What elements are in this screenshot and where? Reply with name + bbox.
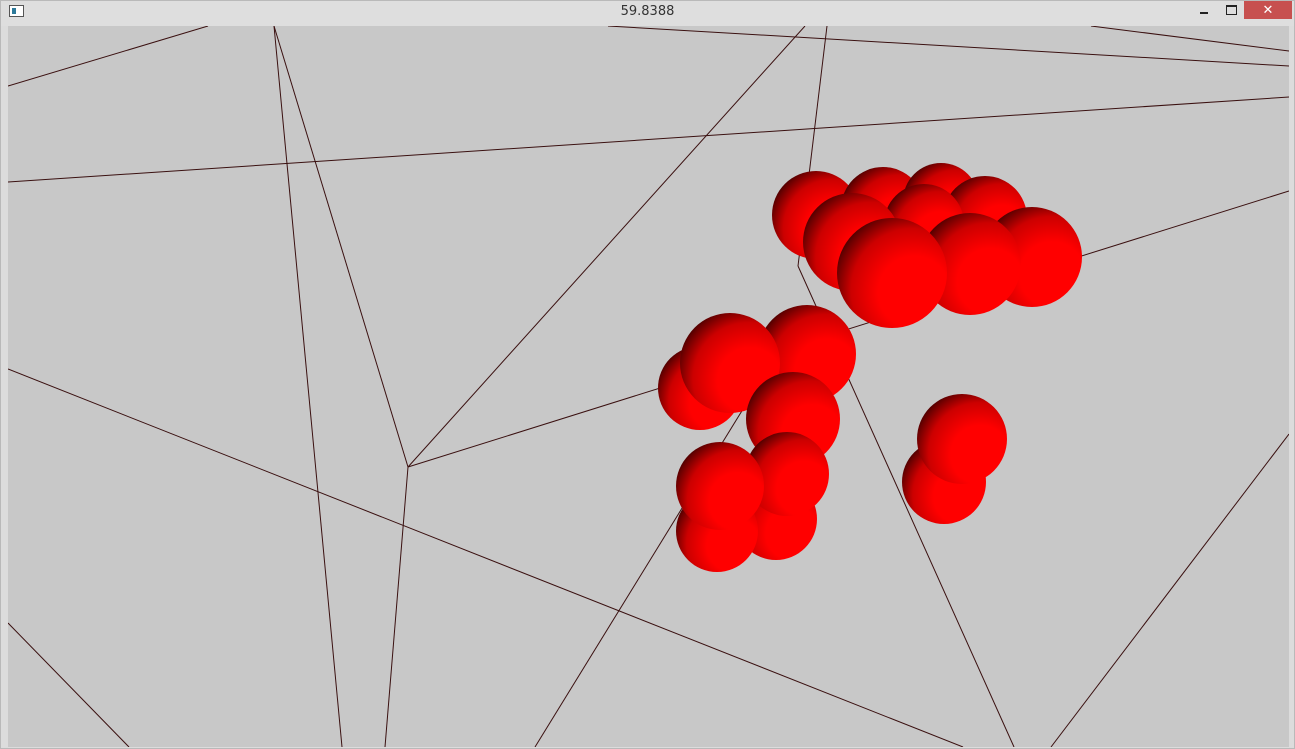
window-title: 59.8388 (620, 4, 675, 19)
maximize-button[interactable] (1218, 1, 1244, 19)
wire-line (8, 26, 209, 87)
application-window: 59.8388 ✕ (0, 0, 1295, 749)
sphere (676, 442, 764, 530)
sphere (917, 394, 1007, 484)
maximize-icon (1225, 5, 1237, 15)
close-icon: ✕ (1262, 2, 1274, 18)
wireframe-lines (8, 26, 1289, 747)
title-bar[interactable]: 59.8388 ✕ (1, 1, 1294, 26)
wire-line (1050, 433, 1289, 747)
wire-line (273, 26, 409, 468)
close-button[interactable]: ✕ (1244, 1, 1292, 19)
scene-canvas (8, 26, 1289, 747)
wire-line (8, 622, 130, 747)
wire-line (8, 96, 1289, 183)
3d-render-viewport[interactable] (8, 26, 1289, 747)
sphere (837, 218, 947, 328)
minimize-icon (1200, 12, 1208, 14)
wire-line (273, 26, 343, 747)
sphere-cluster (658, 163, 1082, 572)
wire-line (607, 26, 1289, 67)
minimize-button[interactable] (1191, 1, 1217, 19)
wire-line (384, 466, 409, 747)
wire-line (1090, 26, 1289, 52)
